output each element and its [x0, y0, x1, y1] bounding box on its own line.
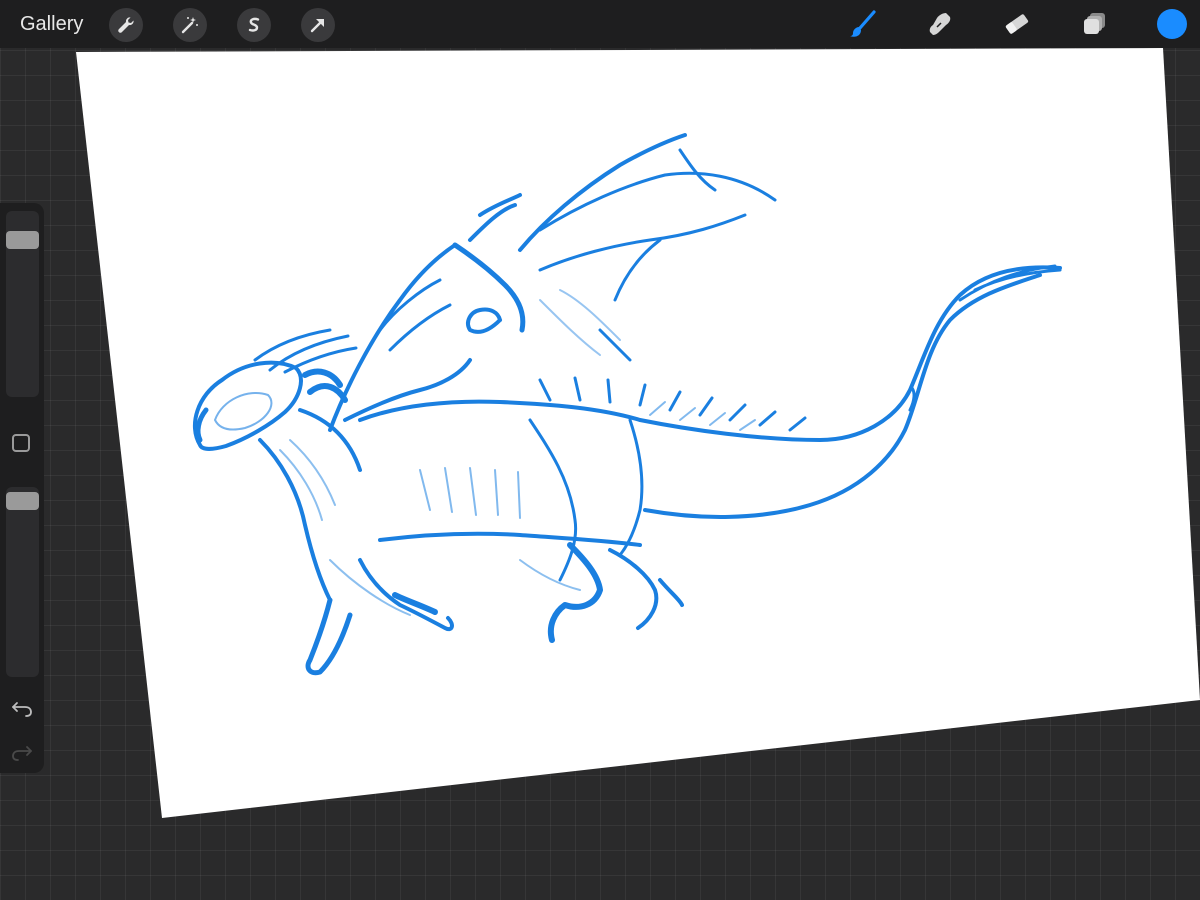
adjustments-magic-wand-icon[interactable] [173, 8, 207, 42]
undo-arrow-icon[interactable] [10, 697, 34, 719]
selection-s-icon[interactable] [237, 8, 271, 42]
smudge-icon[interactable] [922, 6, 958, 42]
top-toolbar: Gallery [0, 0, 1200, 48]
brush-icon[interactable] [844, 6, 880, 42]
modify-square-button[interactable] [12, 434, 30, 452]
actions-wrench-icon[interactable] [109, 8, 143, 42]
brush-size-thumb[interactable] [6, 231, 39, 249]
eraser-icon[interactable] [999, 6, 1035, 42]
layers-icon[interactable] [1077, 6, 1113, 42]
color-picker-swatch[interactable] [1157, 9, 1187, 39]
paper-sheet[interactable] [76, 48, 1200, 818]
gallery-button[interactable]: Gallery [20, 12, 83, 36]
drawing-canvas[interactable] [0, 0, 1200, 900]
brush-size-slider[interactable] [6, 211, 39, 397]
transform-arrow-icon[interactable] [301, 8, 335, 42]
opacity-slider[interactable] [6, 487, 39, 677]
left-sidebar [0, 203, 44, 773]
opacity-thumb[interactable] [6, 492, 39, 510]
redo-arrow-icon[interactable] [10, 741, 34, 763]
